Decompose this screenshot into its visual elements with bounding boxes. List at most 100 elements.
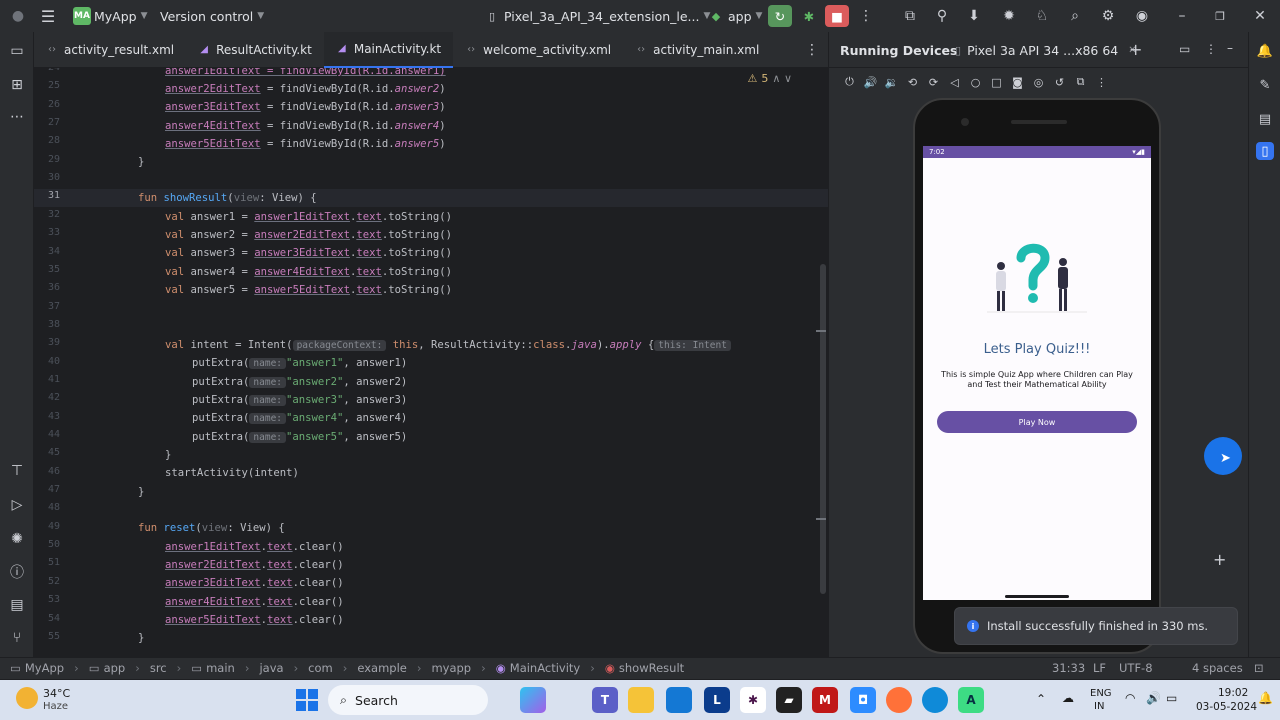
taskbar-search[interactable]: ⌕ Search xyxy=(328,685,488,715)
logcat-icon[interactable]: ✺ xyxy=(8,530,26,548)
minimize-icon[interactable]: – xyxy=(1174,8,1190,24)
volume-down-icon[interactable]: 🔉 xyxy=(883,74,900,91)
crumb-item[interactable]: app xyxy=(104,661,126,675)
notes-icon[interactable]: ▰ xyxy=(776,687,802,713)
git-icon[interactable]: ⑂ xyxy=(8,629,26,647)
clock-date[interactable]: 03-05-2024 xyxy=(1196,701,1257,713)
warnings-indicator[interactable]: ⚠ 5 ∧ ∨ xyxy=(748,72,792,85)
crumb-item[interactable]: MyApp xyxy=(25,661,64,675)
crumb-item[interactable]: example xyxy=(357,661,407,675)
volume-icon[interactable]: 🔊 xyxy=(1146,691,1161,705)
device-selector[interactable]: ▯ Pixel_3a_API_34_extension_le... ▼ xyxy=(484,8,710,24)
firefox-icon[interactable] xyxy=(886,687,912,713)
main-menu-icon[interactable]: ☰ xyxy=(40,7,56,26)
gear-icon[interactable]: ⚙ xyxy=(1100,8,1116,24)
weather-icon[interactable] xyxy=(16,687,38,709)
android-studio-taskbar-icon[interactable]: A xyxy=(958,687,984,713)
vcs-selector[interactable]: Version control ▼ xyxy=(160,9,264,24)
search-icon[interactable]: ⌕ xyxy=(1067,8,1083,24)
home-icon[interactable]: ○ xyxy=(967,74,984,91)
profiler-icon[interactable]: ⚲ xyxy=(934,8,950,24)
tab-result-activity-kt[interactable]: ◢ ResultActivity.kt xyxy=(186,32,324,68)
crumb-item[interactable]: src xyxy=(150,661,167,675)
notification-bell-icon[interactable]: 🔔 xyxy=(1258,691,1273,705)
mirror-icon[interactable]: ⧉ xyxy=(1072,74,1089,91)
screenshot-icon[interactable]: ◙ xyxy=(1009,74,1026,91)
crumb-item[interactable]: showResult xyxy=(619,661,684,675)
wifi-icon[interactable]: ◠ xyxy=(1125,691,1135,705)
structure-icon[interactable]: ⊞ xyxy=(8,76,26,94)
file-encoding[interactable]: UTF-8 xyxy=(1119,661,1153,675)
terminal-icon[interactable]: ▤ xyxy=(8,596,26,614)
debug-button[interactable]: ✱ xyxy=(797,5,821,27)
zoom-in-icon[interactable]: + xyxy=(1213,550,1226,569)
cursor-position[interactable]: 31:33 xyxy=(1052,661,1085,675)
rerun-button[interactable]: ↻ xyxy=(768,5,792,27)
device-manager-icon[interactable]: ⧉ xyxy=(902,8,918,24)
screen-record-icon[interactable]: ◎ xyxy=(1030,74,1047,91)
zoom-icon[interactable]: ◘ xyxy=(850,687,876,713)
crumb-item[interactable]: com xyxy=(308,661,333,675)
edge-icon[interactable] xyxy=(922,687,948,713)
tab-activity-main-xml[interactable]: ‹› activity_main.xml xyxy=(623,32,771,68)
indent-setting[interactable]: 4 spaces xyxy=(1192,661,1243,675)
more-tools-icon[interactable]: ⋯ xyxy=(8,108,26,126)
tab-welcome-activity-xml[interactable]: ‹› welcome_activity.xml xyxy=(453,32,623,68)
line-separator[interactable]: LF xyxy=(1093,661,1106,675)
battery-icon[interactable]: ▭ xyxy=(1166,691,1177,705)
panel-options-icon[interactable]: ⋮ xyxy=(1205,42,1217,56)
back-icon[interactable]: ◁ xyxy=(946,74,963,91)
store-icon[interactable] xyxy=(666,687,692,713)
sdk-manager-icon[interactable]: ⬇ xyxy=(966,8,982,24)
panel-minimize-icon[interactable]: – xyxy=(1227,41,1233,55)
close-icon[interactable]: ✕ xyxy=(1252,8,1268,24)
l-app-icon[interactable]: L xyxy=(704,687,730,713)
lock-icon[interactable]: ⊡ xyxy=(1254,661,1264,675)
gradle-icon[interactable]: ♘ xyxy=(1034,8,1050,24)
notifications-icon[interactable]: 🔔 xyxy=(1256,42,1274,60)
tabs-more-icon[interactable]: ⋮ xyxy=(804,42,820,58)
project-badge[interactable]: MA xyxy=(73,7,91,25)
tab-main-activity-kt[interactable]: ◢ MainActivity.kt xyxy=(323,31,454,68)
rotate-left-icon[interactable]: ⟲ xyxy=(904,74,921,91)
problems-icon[interactable]: ⓘ xyxy=(8,563,26,581)
play-now-button[interactable]: Play Now xyxy=(937,411,1137,433)
language-line1[interactable]: ENG xyxy=(1090,688,1112,699)
file-explorer-icon[interactable] xyxy=(628,687,654,713)
account-icon[interactable]: ◉ xyxy=(1134,8,1150,24)
weather-temp[interactable]: 34°C xyxy=(43,687,70,700)
tray-chevron-icon[interactable]: ⌃ xyxy=(1036,692,1046,706)
clock-time[interactable]: 19:02 xyxy=(1218,687,1248,699)
install-toast[interactable]: i Install successfully finished in 330 m… xyxy=(954,607,1238,645)
editor-scrollbar[interactable] xyxy=(820,264,826,594)
add-device-icon[interactable]: + xyxy=(1129,40,1142,59)
run-tool-icon[interactable]: ▷ xyxy=(8,496,26,514)
bug-icon[interactable]: ✹ xyxy=(1001,8,1017,24)
phone-screen[interactable]: 7:02 ▾◢▮ Lets Play Quiz!!! This is simpl… xyxy=(923,146,1151,600)
volume-up-icon[interactable]: 🔊 xyxy=(862,74,879,91)
network-icon[interactable]: ☁ xyxy=(1062,691,1074,705)
mcafee-icon[interactable]: M xyxy=(812,687,838,713)
windows-start-icon[interactable] xyxy=(296,689,318,711)
stop-button[interactable]: ■ xyxy=(825,5,849,27)
reset-icon[interactable]: ↺ xyxy=(1051,74,1068,91)
gemini-icon[interactable]: ✎ xyxy=(1256,76,1274,94)
crumb-item[interactable]: main xyxy=(206,661,235,675)
code-editor[interactable]: ⚠5∧ ∨ 24 25 26 27 28 29 30 31 32 33 34 35 36 37 38 39 40… xyxy=(34,68,828,657)
build-variants-icon[interactable]: ⊤ xyxy=(8,462,26,480)
power-icon[interactable]: ⏻ xyxy=(841,74,858,91)
copilot-icon[interactable] xyxy=(520,687,546,713)
layout-icon[interactable]: ▭ xyxy=(1179,42,1190,56)
crumb-item[interactable]: MainActivity xyxy=(510,661,580,675)
maximize-icon[interactable]: ❐ xyxy=(1212,8,1228,24)
overview-icon[interactable]: □ xyxy=(988,74,1005,91)
project-selector[interactable]: MyApp ▼ xyxy=(94,9,148,24)
more-icon[interactable]: ⋮ xyxy=(858,8,874,24)
running-devices-icon[interactable]: ▯ xyxy=(1256,142,1274,160)
device-file-explorer-icon[interactable]: ▤ xyxy=(1256,110,1274,128)
slack-icon[interactable]: ✱ xyxy=(740,687,766,713)
tab-activity-result-xml[interactable]: ‹› activity_result.xml xyxy=(34,32,186,68)
run-config-selector[interactable]: ◆ app ▼ xyxy=(708,8,763,24)
teams-icon[interactable]: T xyxy=(592,687,618,713)
device-tab[interactable]: ▯ Pixel 3a API 34 ...x86 64 ✕ xyxy=(955,43,1137,58)
